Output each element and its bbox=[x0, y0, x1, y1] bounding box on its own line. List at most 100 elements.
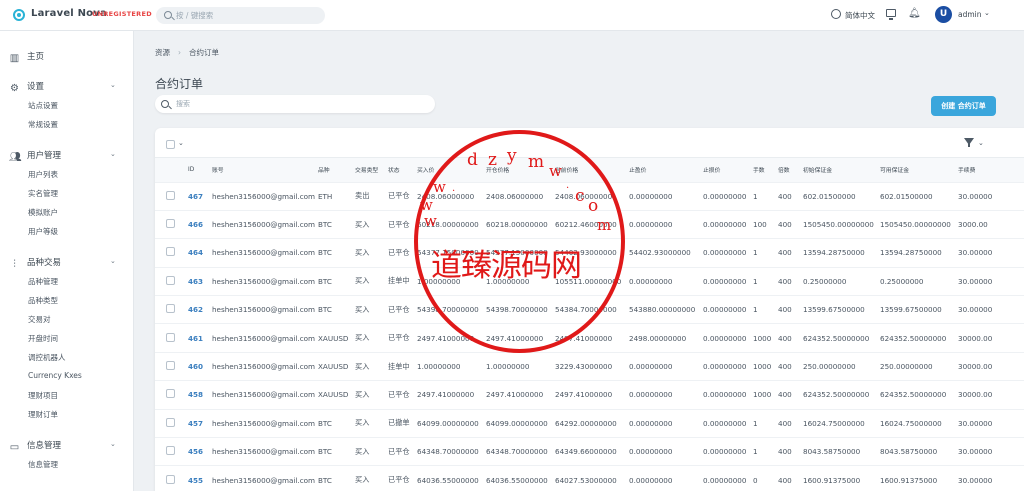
select-all-checkbox[interactable] bbox=[166, 140, 175, 149]
order-id-link[interactable]: 462 bbox=[188, 295, 212, 324]
table-row[interactable]: 458 heshen3156000@gmail.com XAUUSD 买入 已平仓 249… bbox=[155, 380, 1024, 410]
table-cell: 0.00000000 bbox=[703, 323, 753, 353]
table-row[interactable]: 455 heshen3156000@gmail.com BTC 买入 已平仓 64036.… bbox=[155, 465, 1024, 491]
row-checkbox[interactable] bbox=[166, 389, 175, 399]
column-header[interactable]: 倍数 bbox=[778, 158, 803, 182]
table-row[interactable]: 456 heshen3156000@gmail.com BTC 买入 已平仓 64348.… bbox=[155, 437, 1024, 466]
chevron-down-icon[interactable]: ⌄ bbox=[110, 440, 116, 448]
order-id-link[interactable]: 455 bbox=[188, 465, 212, 491]
order-id-link[interactable]: 467 bbox=[188, 181, 212, 211]
table-cell: 64036.55000000 bbox=[486, 465, 555, 491]
table-row[interactable]: 457 heshen3156000@gmail.com BTC 买入 已撤单 64099.… bbox=[155, 408, 1024, 438]
column-header[interactable]: 止损价 bbox=[703, 158, 753, 182]
table-cell: 1 bbox=[753, 266, 778, 296]
watermark-char: . bbox=[452, 183, 456, 194]
monitor-icon[interactable] bbox=[886, 9, 896, 20]
column-header[interactable]: 状态 bbox=[388, 158, 417, 182]
sidebar-item-finance-projects[interactable]: 理财项目 bbox=[28, 390, 58, 401]
nova-logo-icon[interactable] bbox=[13, 9, 25, 21]
row-checkbox[interactable] bbox=[166, 417, 175, 427]
order-id-link[interactable]: 466 bbox=[188, 209, 212, 239]
table-cell: BTC bbox=[318, 465, 355, 491]
global-search-input[interactable]: 按 / 键搜索 bbox=[156, 7, 325, 24]
sidebar-item-currency-kxes[interactable]: Currency Kxes bbox=[28, 371, 82, 380]
row-checkbox[interactable] bbox=[166, 190, 175, 200]
column-header[interactable]: 手续费 bbox=[958, 158, 1024, 182]
sidebar-item-user-levels[interactable]: 用户等级 bbox=[28, 226, 58, 237]
sidebar-item-symbols[interactable]: 品种管理 bbox=[28, 276, 58, 287]
chevron-down-icon[interactable]: ⌄ bbox=[110, 81, 116, 89]
sidebar-item-home[interactable]: ▥ 主页 bbox=[9, 50, 44, 64]
sidebar-group-users[interactable]: 👥︎ 用户管理 bbox=[9, 149, 61, 163]
column-header[interactable]: 可用保证金 bbox=[880, 158, 958, 182]
sidebar-item-kyc[interactable]: 实名管理 bbox=[28, 188, 58, 199]
table-cell: 8043.58750000 bbox=[803, 437, 880, 466]
row-checkbox[interactable] bbox=[166, 446, 175, 456]
column-header[interactable]: ID bbox=[188, 158, 212, 182]
table-cell: 13594.28750000 bbox=[803, 238, 880, 268]
table-cell: 30000.00 bbox=[958, 380, 1024, 410]
column-header[interactable]: 初始保证金 bbox=[803, 158, 880, 182]
order-id-link[interactable]: 464 bbox=[188, 238, 212, 268]
sidebar-group-info[interactable]: ▭ 信息管理 bbox=[9, 439, 61, 453]
sidebar-item-finance-orders[interactable]: 理财订单 bbox=[28, 409, 58, 420]
globe-icon[interactable] bbox=[831, 9, 841, 19]
table-cell: 1000 bbox=[753, 380, 778, 410]
avatar[interactable]: U bbox=[935, 6, 952, 23]
row-checkbox[interactable] bbox=[166, 474, 175, 484]
global-search-placeholder: 按 / 键搜索 bbox=[176, 11, 214, 20]
column-header[interactable]: 止盈价 bbox=[629, 158, 703, 182]
order-id-link[interactable]: 457 bbox=[188, 408, 212, 438]
language-switcher[interactable]: 简体中文 bbox=[845, 10, 875, 21]
sidebar-item-demo-accounts[interactable]: 模拟账户 bbox=[28, 207, 58, 218]
sidebar-item-open-hours[interactable]: 开盘时间 bbox=[28, 333, 58, 344]
row-checkbox[interactable] bbox=[166, 247, 175, 257]
row-checkbox[interactable] bbox=[166, 361, 175, 371]
search-icon bbox=[164, 11, 172, 19]
sidebar-item-info[interactable]: 信息管理 bbox=[28, 459, 58, 470]
sidebar-item-symbol-types[interactable]: 品种类型 bbox=[28, 295, 58, 306]
sidebar-item-general-settings[interactable]: 常规设置 bbox=[28, 119, 58, 130]
row-checkbox-cell bbox=[155, 380, 188, 410]
table-row[interactable]: 461 heshen3156000@gmail.com XAUUSD 买入 已平仓 249… bbox=[155, 323, 1024, 353]
sidebar-item-user-list[interactable]: 用户列表 bbox=[28, 169, 58, 180]
chevron-down-icon[interactable]: ⌄ bbox=[978, 139, 984, 147]
table-row[interactable]: 460 heshen3156000@gmail.com XAUUSD 买入 挂单中 1.0… bbox=[155, 351, 1024, 381]
chevron-down-icon[interactable]: ⌄ bbox=[178, 139, 184, 147]
sidebar: ▥ 主页 ⚙︎ 设置 ⌄ 站点设置 常规设置 👥︎ 用户管理 ⌄ 用户列表 实名管理 … bbox=[0, 31, 134, 491]
row-checkbox[interactable] bbox=[166, 275, 175, 285]
column-header[interactable]: 交易类型 bbox=[355, 158, 388, 182]
column-header[interactable]: 账号 bbox=[212, 158, 318, 182]
sidebar-group-settings[interactable]: ⚙︎ 设置 bbox=[9, 80, 44, 94]
sidebar-group-trade[interactable]: ⫶ 品种交易 bbox=[9, 256, 61, 270]
watermark-char: c bbox=[575, 186, 585, 206]
row-checkbox-cell bbox=[155, 437, 188, 466]
sidebar-item-robot[interactable]: 调控机器人 bbox=[28, 352, 66, 363]
sidebar-item-site-settings[interactable]: 站点设置 bbox=[28, 100, 58, 111]
chevron-down-icon[interactable]: ⌄ bbox=[110, 257, 116, 265]
order-id-link[interactable]: 456 bbox=[188, 437, 212, 466]
resource-search-input[interactable]: 搜索 bbox=[155, 95, 435, 113]
table-cell: heshen3156000@gmail.com bbox=[212, 209, 318, 239]
filter-icon[interactable] bbox=[964, 138, 974, 147]
order-id-link[interactable]: 463 bbox=[188, 266, 212, 296]
create-order-button[interactable]: 创建 合约订单 bbox=[931, 96, 996, 116]
page-title: 合约订单 bbox=[155, 77, 204, 91]
breadcrumb-resources[interactable]: 资源 bbox=[155, 48, 170, 57]
row-checkbox[interactable] bbox=[166, 304, 175, 314]
column-header[interactable]: 品种 bbox=[318, 158, 355, 182]
order-id-link[interactable]: 461 bbox=[188, 323, 212, 353]
table-cell: 624352.50000000 bbox=[803, 380, 880, 410]
column-header[interactable]: 手数 bbox=[753, 158, 778, 182]
row-checkbox[interactable] bbox=[166, 332, 175, 342]
user-menu[interactable]: admin bbox=[958, 10, 982, 19]
table-cell: 已平仓 bbox=[388, 238, 417, 268]
order-id-link[interactable]: 460 bbox=[188, 351, 212, 381]
chevron-down-icon[interactable]: ⌄ bbox=[110, 150, 116, 158]
sidebar-item-label: 主页 bbox=[27, 52, 45, 62]
bell-icon[interactable]: 🔔︎ bbox=[908, 8, 921, 19]
order-id-link[interactable]: 458 bbox=[188, 380, 212, 410]
chevron-down-icon[interactable]: ⌄ bbox=[984, 9, 990, 17]
sidebar-item-pairs[interactable]: 交易对 bbox=[28, 314, 51, 325]
row-checkbox[interactable] bbox=[166, 219, 175, 229]
